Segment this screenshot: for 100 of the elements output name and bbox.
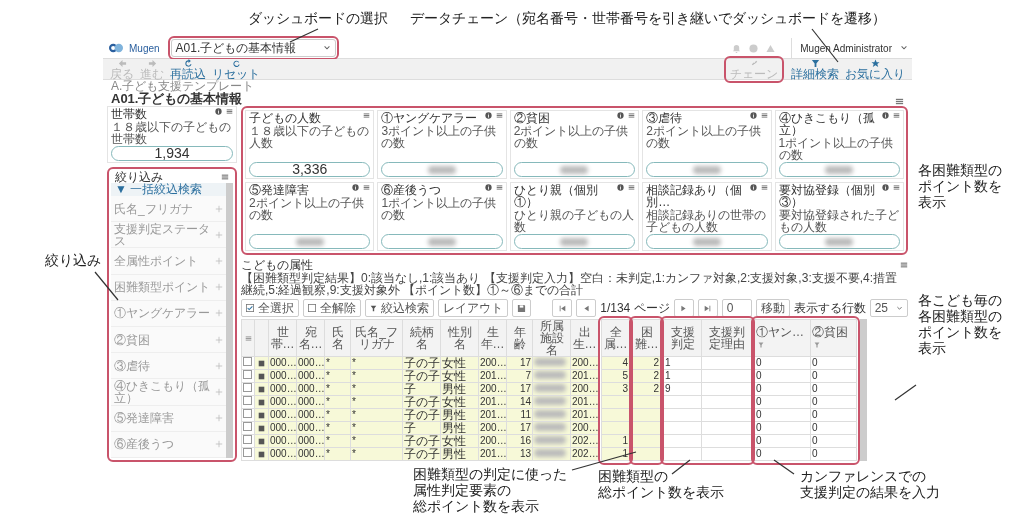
menu-icon[interactable] (895, 97, 904, 106)
menu-icon[interactable] (893, 184, 900, 191)
column-header[interactable]: 出生… (570, 319, 599, 357)
column-header[interactable]: 氏名_フリガナ (350, 319, 403, 357)
menu-icon[interactable] (244, 335, 252, 343)
filter-icon[interactable] (758, 341, 764, 348)
breadcrumb[interactable]: A.子ども支援テンプレート (111, 80, 255, 92)
info-icon[interactable] (617, 184, 625, 191)
filter-button[interactable]: 絞込検索 (365, 299, 434, 317)
last-page-button[interactable] (697, 299, 718, 317)
checkbox[interactable] (243, 383, 252, 392)
column-header[interactable]: ②貧困 (810, 319, 857, 357)
column-header[interactable]: ①ヤン… (754, 319, 811, 357)
info-icon[interactable] (617, 112, 625, 119)
menu-icon[interactable] (226, 108, 233, 115)
menu-icon[interactable] (893, 112, 900, 119)
input-cell[interactable]: 0 (754, 408, 811, 422)
input-cell[interactable]: 1 (663, 356, 702, 370)
save-button[interactable] (512, 299, 531, 317)
checkbox[interactable] (243, 370, 252, 379)
next-page-button[interactable] (673, 299, 694, 317)
menu-icon[interactable] (363, 112, 371, 119)
input-cell[interactable] (663, 395, 702, 409)
column-header[interactable]: 宛名… (296, 319, 325, 357)
checkbox-icon (246, 304, 254, 312)
input-cell[interactable]: 0 (754, 382, 811, 396)
scrollbar[interactable] (859, 319, 867, 461)
menu-icon[interactable] (495, 112, 503, 119)
checkbox[interactable] (243, 409, 252, 418)
input-cell[interactable]: 9 (663, 382, 702, 396)
first-page-button[interactable] (552, 299, 573, 317)
toolbar-button[interactable]: 全解除 (303, 299, 361, 317)
column-header[interactable]: 続柄名 (402, 319, 441, 357)
blurred-value (295, 237, 324, 246)
info-icon[interactable] (484, 184, 492, 191)
checkbox[interactable] (243, 396, 252, 405)
column-header[interactable]: 性別名 (440, 319, 479, 357)
column-header[interactable]: 全属… (601, 319, 630, 357)
column-header[interactable]: 支援判定理由 (701, 319, 752, 357)
info-icon[interactable] (749, 112, 757, 119)
input-cell[interactable] (663, 421, 702, 435)
menu-icon[interactable] (495, 184, 503, 191)
menu-icon[interactable] (628, 184, 636, 191)
checkbox[interactable] (243, 435, 252, 444)
checkbox[interactable] (243, 422, 252, 431)
input-cell[interactable] (663, 408, 702, 422)
table-cell: 000… (270, 370, 296, 381)
input-cell[interactable]: 0 (810, 447, 857, 461)
input-cell[interactable]: 0 (754, 395, 811, 409)
checkbox[interactable] (243, 448, 252, 457)
input-cell[interactable]: 0 (810, 408, 857, 422)
toolbar-button[interactable]: レイアウト (438, 299, 508, 317)
bulk-search-link[interactable]: ▼ 一括絞込検索 (111, 183, 226, 196)
info-icon[interactable] (882, 184, 889, 191)
info-icon[interactable] (352, 184, 360, 191)
menu-icon[interactable] (760, 112, 768, 119)
input-cell[interactable] (663, 447, 702, 461)
column-header[interactable]: 年齢 (506, 319, 533, 357)
reload-button[interactable]: 再読込 (167, 58, 209, 80)
filter-button[interactable]: 詳細検索 (788, 58, 842, 80)
input-cell[interactable]: 0 (810, 395, 857, 409)
input-cell[interactable]: 1 (663, 369, 702, 383)
input-cell[interactable]: 0 (754, 434, 811, 448)
go-button[interactable]: 移動 (755, 299, 790, 317)
info-icon[interactable] (484, 112, 492, 119)
input-cell[interactable]: 0 (810, 434, 857, 448)
menu-icon[interactable] (363, 184, 371, 191)
info-icon[interactable] (749, 184, 757, 191)
page-input[interactable]: 0 (721, 299, 752, 317)
column-header[interactable]: 氏名 (324, 319, 351, 357)
input-cell[interactable]: 0 (810, 369, 857, 383)
column-header[interactable]: 世帯… (268, 319, 297, 357)
rows-select[interactable]: 25 (869, 299, 908, 317)
input-cell[interactable] (663, 434, 702, 448)
input-cell[interactable]: 0 (754, 369, 811, 383)
input-cell[interactable]: 0 (810, 356, 857, 370)
scrollbar[interactable] (226, 183, 233, 458)
toolbar-button[interactable]: 全選択 (241, 299, 299, 317)
column-header[interactable]: 生年… (478, 319, 507, 357)
previous-page-button[interactable] (576, 299, 597, 317)
menu-icon[interactable] (628, 112, 636, 119)
star-button[interactable]: お気に入り (842, 58, 908, 80)
reset-button[interactable]: リセット (209, 58, 263, 80)
menu-icon[interactable] (221, 173, 229, 181)
menu-icon[interactable] (760, 184, 768, 191)
input-cell[interactable]: 0 (810, 421, 857, 435)
input-cell[interactable]: 0 (754, 421, 811, 435)
column-header[interactable]: 支援判定 (663, 319, 702, 357)
input-cell[interactable]: 0 (754, 447, 811, 461)
input-cell[interactable]: 0 (754, 356, 811, 370)
dashboard-select[interactable]: A01.子どもの基本情報 (170, 39, 336, 57)
checkbox[interactable] (243, 357, 252, 366)
column-header[interactable]: 困難… (632, 319, 661, 357)
column-header[interactable]: 所属施設名 (532, 319, 571, 357)
input-cell[interactable]: 0 (810, 382, 857, 396)
card-subtitle: 要対協登録された子どもの人数 (778, 209, 900, 233)
menu-icon[interactable] (900, 261, 908, 269)
info-icon[interactable] (215, 108, 222, 115)
filter-icon[interactable] (814, 341, 820, 348)
info-icon[interactable] (882, 112, 889, 119)
